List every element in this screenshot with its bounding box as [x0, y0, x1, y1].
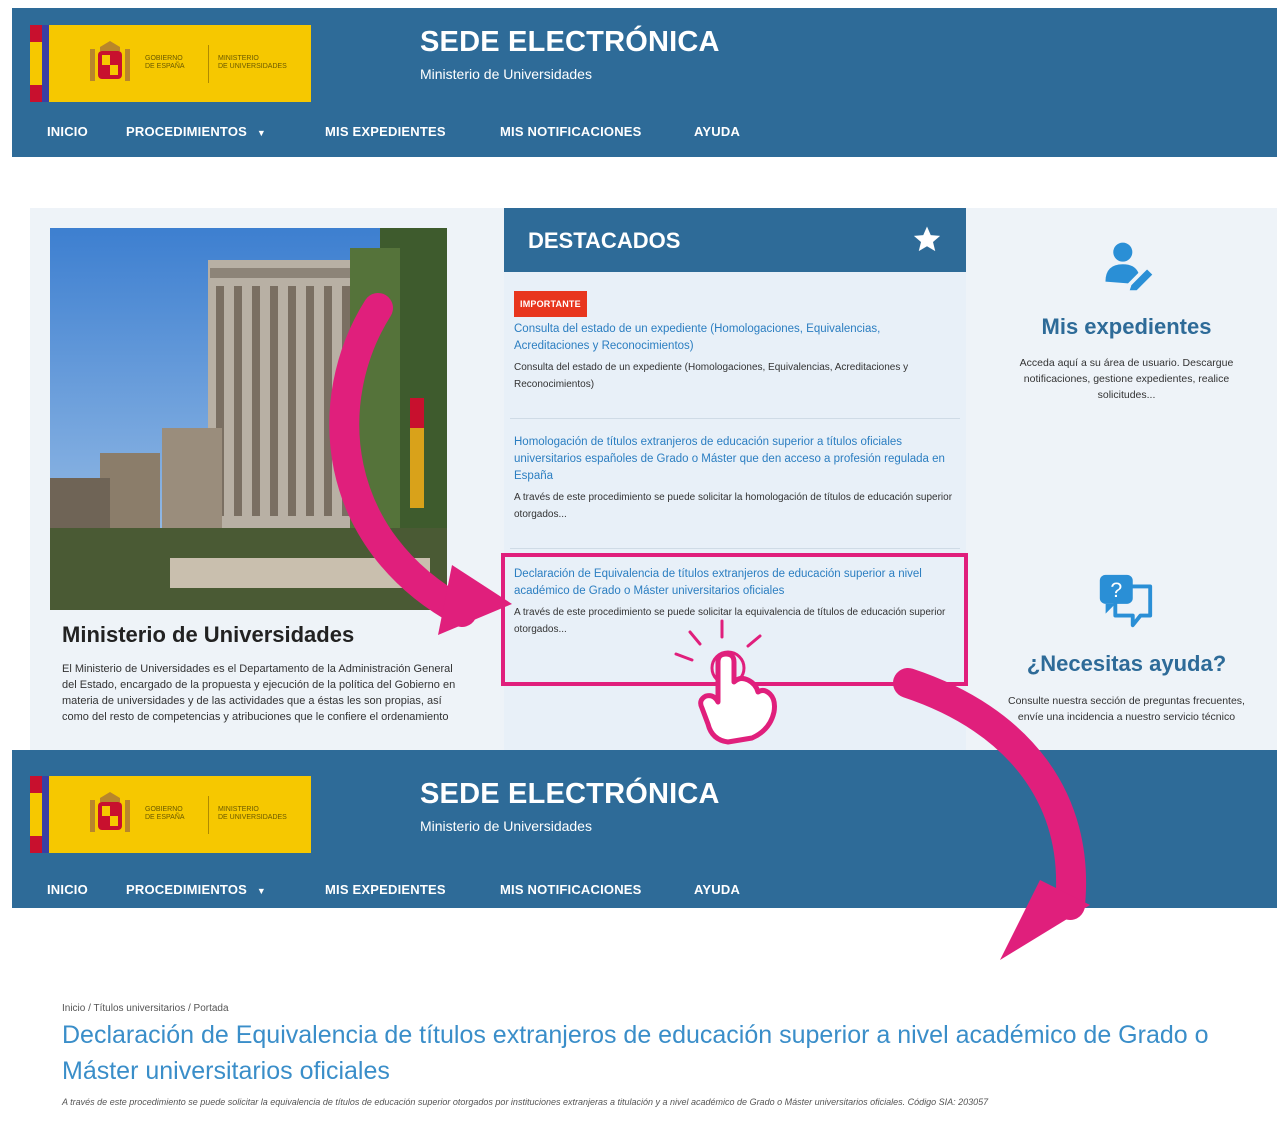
ministerio-label: MINISTERIO DE UNIVERSIDADES: [218, 806, 287, 821]
destacado-divider: [510, 548, 960, 549]
ayuda-title: ¿Necesitas ayuda?: [1026, 651, 1227, 676]
destacado-description: A través de este procedimiento se puede …: [514, 492, 953, 520]
page-description: A través de este procedimiento se puede …: [62, 1097, 989, 1107]
svg-text:?: ?: [1110, 578, 1122, 602]
nav-procedimientos-label: PROCEDIMIENTOS: [126, 124, 248, 139]
top-header: GOBIERNO DE ESPAÑA MINISTERIO DE UNIVERS…: [12, 8, 1277, 157]
nav-inicio[interactable]: INICIO: [47, 882, 88, 897]
logo-divider: [208, 796, 209, 834]
nav-mis-expedientes[interactable]: MIS EXPEDIENTES: [325, 882, 446, 897]
nav-mis-expedientes[interactable]: MIS EXPEDIENTES: [325, 124, 446, 139]
nav-procedimientos[interactable]: PROCEDIMIENTOS ▼: [126, 124, 266, 139]
nav-procedimientos-label: PROCEDIMIENTOS: [126, 882, 248, 897]
user-edit-icon: [1105, 242, 1153, 291]
eu-strip: [42, 776, 49, 853]
nav-inicio[interactable]: INICIO: [47, 124, 88, 139]
breadcrumb[interactable]: Inicio / Títulos universitarios / Portad…: [62, 1003, 229, 1014]
chevron-down-icon: ▼: [256, 886, 266, 896]
ayuda-description: Consulte nuestra sección de preguntas fr…: [1008, 695, 1245, 723]
gobierno-logo[interactable]: GOBIERNO DE ESPAÑA MINISTERIO DE UNIVERS…: [30, 776, 311, 853]
mis-expedientes-title: Mis expedientes: [1041, 314, 1212, 339]
gobierno-logo[interactable]: GOBIERNO DE ESPAÑA MINISTERIO DE UNIVERS…: [30, 25, 311, 102]
bottom-header: GOBIERNO DE ESPAÑA MINISTERIO DE UNIVERS…: [12, 750, 1277, 908]
gobierno-label: GOBIERNO DE ESPAÑA: [145, 55, 185, 70]
gobierno-label: GOBIERNO DE ESPAÑA: [145, 806, 185, 821]
nav-ayuda[interactable]: AYUDA: [694, 124, 740, 139]
eu-strip: [42, 25, 49, 102]
ministry-building-photo: [50, 228, 447, 610]
flag-strip: [30, 25, 42, 102]
importante-badge: IMPORTANTE: [514, 291, 587, 317]
site-title: SEDE ELECTRÓNICA: [420, 26, 720, 58]
star-icon: [913, 226, 941, 252]
destacado-divider: [510, 418, 960, 419]
destacado-link[interactable]: Consulta del estado de un expediente (Ho…: [514, 321, 954, 355]
logo-divider: [208, 45, 209, 83]
chevron-down-icon: ▼: [256, 128, 266, 138]
highlight-frame: [501, 553, 968, 686]
help-chat-icon: ?: [1099, 574, 1153, 628]
mis-expedientes-card[interactable]: Mis expedientes Acceda aquí a su área de…: [976, 208, 1277, 534]
nav-mis-notificaciones[interactable]: MIS NOTIFICACIONES: [500, 882, 642, 897]
ayuda-card[interactable]: ? ¿Necesitas ayuda? Consulte nuestra sec…: [976, 545, 1277, 750]
main-nav: INICIO PROCEDIMIENTOS ▼ MIS EXPEDIENTES …: [12, 107, 1277, 157]
flag-strip: [30, 776, 42, 853]
ministerio-label: MINISTERIO DE UNIVERSIDADES: [218, 55, 287, 70]
coat-of-arms-icon: [90, 792, 130, 832]
main-nav: INICIO PROCEDIMIENTOS ▼ MIS EXPEDIENTES …: [12, 865, 1277, 915]
nav-procedimientos[interactable]: PROCEDIMIENTOS ▼: [126, 882, 266, 897]
mis-expedientes-description: Acceda aquí a su área de usuario. Descar…: [1019, 357, 1234, 401]
destacados-title: DESTACADOS: [528, 228, 681, 253]
site-title: SEDE ELECTRÓNICA: [420, 778, 720, 810]
coat-of-arms-icon: [90, 41, 130, 81]
site-subtitle: Ministerio de Universidades: [420, 66, 592, 82]
destacados-header: DESTACADOS: [504, 208, 966, 272]
ministerio-description: El Ministerio de Universidades es el Dep…: [62, 663, 456, 723]
site-subtitle: Ministerio de Universidades: [420, 818, 592, 834]
nav-mis-notificaciones[interactable]: MIS NOTIFICACIONES: [500, 124, 642, 139]
destacado-description: Consulta del estado de un expediente (Ho…: [514, 362, 909, 390]
page-title: Declaración de Equivalencia de títulos e…: [62, 1021, 1209, 1085]
destacado-item: Homologación de títulos extranjeros de e…: [514, 434, 954, 523]
ministerio-title: Ministerio de Universidades: [62, 622, 355, 647]
destacado-link[interactable]: Homologación de títulos extranjeros de e…: [514, 434, 954, 485]
destacado-item: IMPORTANTE Consulta del estado de un exp…: [514, 291, 954, 393]
nav-ayuda[interactable]: AYUDA: [694, 882, 740, 897]
